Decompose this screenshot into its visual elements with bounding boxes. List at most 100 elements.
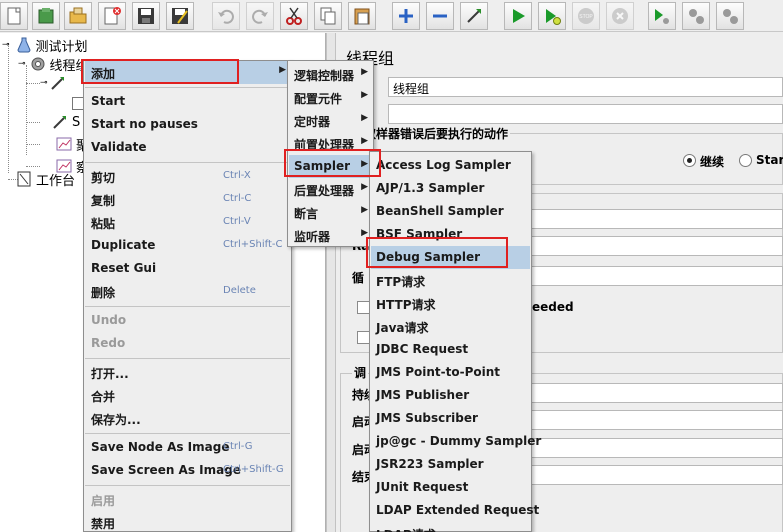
start-no-pauses-button[interactable] [538,2,566,30]
add-submenu-item[interactable]: Sampler ▶ [289,155,372,178]
ramp-up-field[interactable] [530,236,783,256]
loop-field[interactable] [530,266,783,286]
tree-node-test-plan[interactable]: ⊸ 测试计划 [2,35,88,55]
undo-button[interactable] [212,2,240,30]
close-icon [104,7,121,25]
add-submenu-item[interactable]: 定时器 ▶ [289,109,372,132]
end-time-field[interactable] [530,465,783,485]
context-menu-item[interactable]: Start no pauses [85,113,290,136]
redo-button[interactable] [246,2,274,30]
tree-connector [26,144,40,145]
context-menu-item[interactable]: 保存为... [85,407,290,430]
tree-node-workbench[interactable]: 工作台 [16,169,75,189]
context-menu-item[interactable]: 打开... [85,361,290,384]
context-menu-item[interactable]: 合并 [85,384,290,407]
sampler-submenu-item[interactable]: HTTP请求 [371,292,530,315]
menu-item-label: Start [91,94,126,108]
toggle-button[interactable] [460,2,488,30]
context-menu-item[interactable]: Validate [85,136,290,159]
start-time-field[interactable] [530,438,783,458]
stop-button[interactable]: STOP [572,2,600,30]
save-as-button[interactable] [166,2,194,30]
gear-icon [31,57,45,71]
context-menu-item[interactable]: 复制 Ctrl-C [85,188,290,211]
tree-node-child-a[interactable]: S [52,112,80,132]
sampler-submenu-item[interactable]: JUnit Request [371,476,530,499]
close-button[interactable] [98,2,126,30]
context-menu-item[interactable]: 禁用 [85,511,290,532]
menu-item-label: 定时器 [294,115,331,129]
sampler-submenu-item[interactable]: JMS Subscriber [371,407,530,430]
add-submenu-item[interactable]: 后置处理器 ▶ [289,178,372,201]
shutdown-button[interactable] [606,2,634,30]
context-menu-item[interactable]: Save Node As Image Ctrl-G [85,436,290,459]
sampler-submenu-item[interactable]: LDAP Extended Request [371,499,539,522]
threads-field[interactable] [530,209,783,229]
add-submenu-item[interactable]: 逻辑控制器 ▶ [289,63,372,86]
add-submenu: 逻辑控制器 ▶ 配置元件 ▶ 定时器 ▶ 前置处理器 ▶ Sampler ▶ 后置处理器 ▶ 断言 ▶ 监听… [287,60,374,247]
sampler-submenu-item[interactable]: BSF Sampler [371,223,530,246]
context-menu-item: Redo [85,332,290,355]
add-submenu-item[interactable]: 监听器 ▶ [289,224,372,247]
expand-handle-icon[interactable]: ⊸ [2,40,10,50]
add-submenu-item[interactable]: 前置处理器 ▶ [289,132,372,155]
expand-handle-icon[interactable]: ⊸ [18,59,26,69]
templates-button[interactable] [32,2,60,30]
sampler-submenu-item[interactable]: BeanShell Sampler [371,200,530,223]
cut-button[interactable] [280,2,308,30]
remote-start-button[interactable] [648,2,676,30]
sampler-submenu-item[interactable]: jp@gc - Dummy Sampler [371,430,541,453]
context-menu-item[interactable]: Save Screen As Image Ctrl+Shift-G [85,459,290,482]
start-no-pauses-icon [546,9,561,25]
remote-stop-button[interactable] [682,2,710,30]
startup-delay-field[interactable] [530,410,783,430]
name-field[interactable]: 线程组 [388,77,783,97]
sampler-submenu-item[interactable]: AJP/1.3 Sampler [371,177,530,200]
tree-node-child[interactable]: ⊸ [40,73,70,93]
sampler-submenu-item[interactable]: Debug Sampler [371,246,530,269]
copy-button[interactable] [314,2,342,30]
remote-shutdown-button[interactable] [716,2,744,30]
submenu-arrow-icon: ▶ [361,67,368,77]
sampler-submenu-item[interactable]: FTP请求 [371,269,530,292]
context-menu-item[interactable]: 删除 Delete [85,280,290,303]
sampler-submenu-item[interactable]: Access Log Sampler [371,154,530,177]
sampler-submenu-item[interactable]: Java请求 [371,315,530,338]
add-submenu-item[interactable]: 配置元件 ▶ [289,86,372,109]
remote-start-icon [655,9,669,24]
start-button[interactable] [504,2,532,30]
menu-item-label: 添加 [91,67,116,81]
save-button[interactable] [132,2,160,30]
duration-field[interactable] [530,383,783,403]
add-submenu-item[interactable]: 断言 ▶ [289,201,372,224]
new-button[interactable] [0,2,28,30]
templates-icon [38,8,54,24]
open-button[interactable] [64,2,92,30]
sampler-submenu-item[interactable]: JDBC Request [371,338,530,361]
menu-item-label: BSF Sampler [376,227,463,241]
collapse-button[interactable] [426,2,454,30]
context-menu-item[interactable]: 粘贴 Ctrl-V [85,211,290,234]
sampler-submenu-item[interactable]: JMS Point-to-Point [371,361,530,384]
sampler-submenu-item[interactable]: JSR223 Sampler [371,453,530,476]
remote-stop-icon [689,9,704,24]
menu-item-label: AJP/1.3 Sampler [376,181,485,195]
sampler-submenu-item[interactable]: JMS Publisher [371,384,530,407]
context-menu-item[interactable]: 剪切 Ctrl-X [85,165,290,188]
paste-button[interactable] [348,2,376,30]
expand-handle-icon[interactable]: ⊸ [40,78,48,88]
context-menu-item[interactable]: 添加 ▶ [85,61,290,84]
menu-separator [85,485,290,486]
sampler-submenu-item[interactable]: LDAP请求 [371,522,530,532]
new-icon [7,7,21,25]
context-menu-item[interactable]: Duplicate Ctrl+Shift-C [85,234,290,257]
start-next-radio[interactable] [739,154,752,167]
context-menu-item[interactable]: Reset Gui [85,257,290,280]
menu-separator [85,358,290,359]
tree-node-thread-group[interactable]: ⊸ 线程组 [18,54,89,74]
submenu-arrow-icon: ▶ [361,159,368,169]
context-menu-item[interactable]: Start [85,90,290,113]
continue-radio[interactable] [683,154,696,167]
expand-button[interactable] [392,2,420,30]
comment-field[interactable] [388,104,783,124]
